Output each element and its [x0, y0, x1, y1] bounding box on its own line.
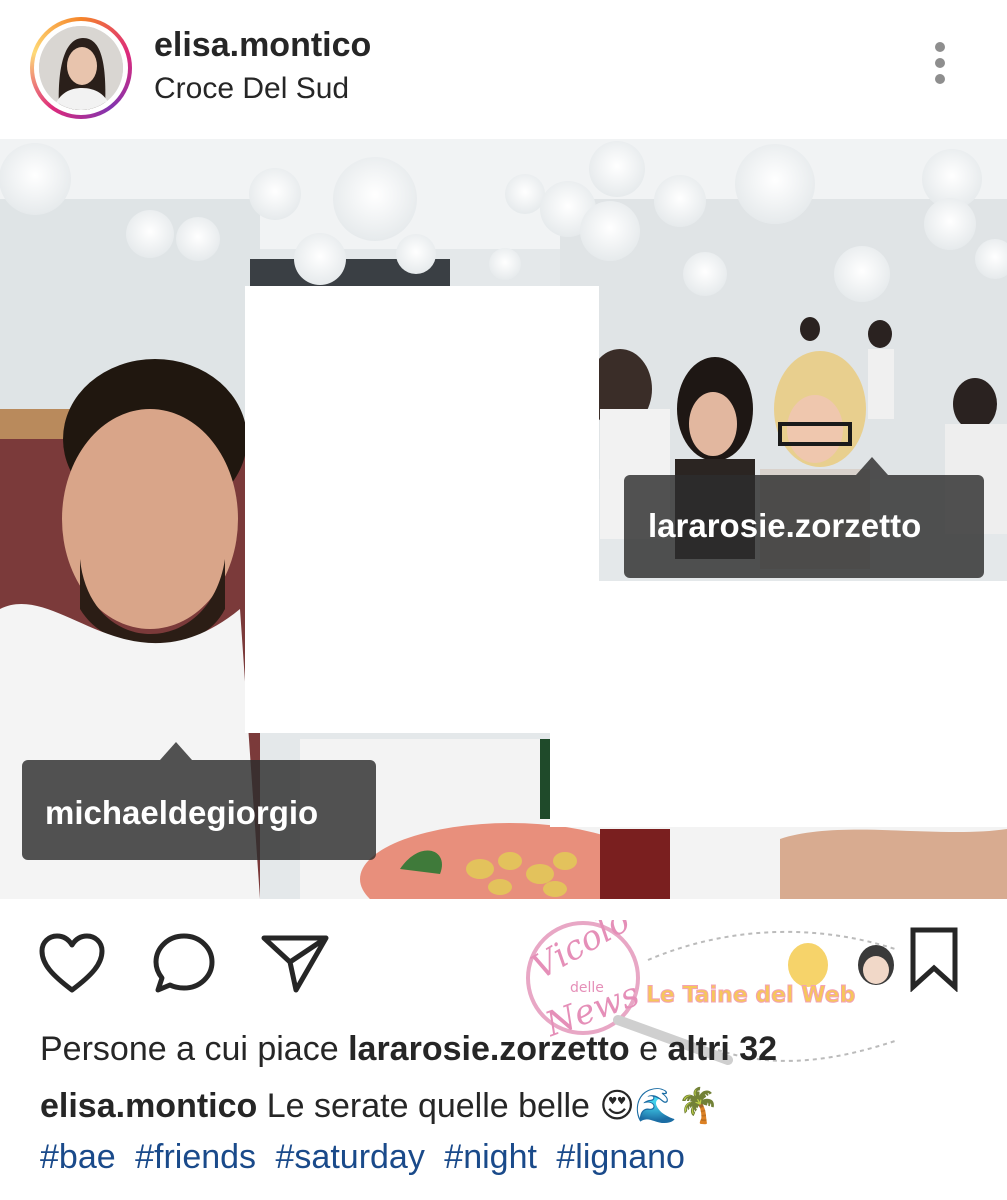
likes-prefix: Persone a cui piace [40, 1030, 339, 1068]
hashtag-link[interactable]: #night [444, 1138, 537, 1176]
svg-text:Le Taine del Web: Le Taine del Web [646, 983, 855, 1008]
hashtag-link[interactable]: #saturday [276, 1138, 425, 1176]
photo-tag-label: lararosie.zorzetto [648, 507, 922, 544]
caption-line: elisa.montico Le serate quelle belle 😍🌊🌴 [40, 1086, 720, 1126]
share-icon[interactable] [260, 932, 330, 999]
hashtag-link[interactable]: #lignano [556, 1138, 685, 1176]
heart-icon[interactable] [38, 932, 106, 999]
hashtag-link[interactable]: #bae [40, 1138, 116, 1176]
photo-tag-label: michaeldegiorgio [45, 794, 319, 831]
redacted-area [245, 286, 599, 733]
more-options-icon[interactable] [926, 42, 954, 92]
story-ring[interactable] [30, 17, 132, 119]
avatar[interactable] [39, 26, 123, 110]
photo-tag[interactable]: michaeldegiorgio [22, 742, 376, 860]
post-username[interactable]: elisa.montico [154, 26, 371, 65]
caption-text: Le serate quelle belle [266, 1087, 590, 1125]
likes-others-link[interactable]: altri 32 [667, 1030, 777, 1068]
caption-username[interactable]: elisa.montico [40, 1087, 257, 1125]
caption-emojis: 😍🌊🌴 [599, 1087, 720, 1125]
redacted-area [550, 581, 1007, 827]
likes-user-link[interactable]: lararosie.zorzetto [348, 1030, 630, 1068]
hashtags-line: #bae #friends #saturday #night #lignano [40, 1138, 695, 1177]
bookmark-icon[interactable] [908, 926, 960, 997]
photo-tag[interactable]: lararosie.zorzetto [624, 457, 984, 578]
hashtag-link[interactable]: #friends [135, 1138, 256, 1176]
likes-conj: e [639, 1030, 658, 1068]
post-location[interactable]: Croce Del Sud [154, 72, 349, 106]
likes-line: Persone a cui piace lararosie.zorzetto e… [40, 1030, 777, 1069]
post-header: elisa.montico Croce Del Sud [0, 0, 1007, 138]
comment-icon[interactable] [152, 932, 216, 999]
post-photo[interactable]: lararosie.zorzetto michaeldegiorgio [0, 139, 1007, 899]
